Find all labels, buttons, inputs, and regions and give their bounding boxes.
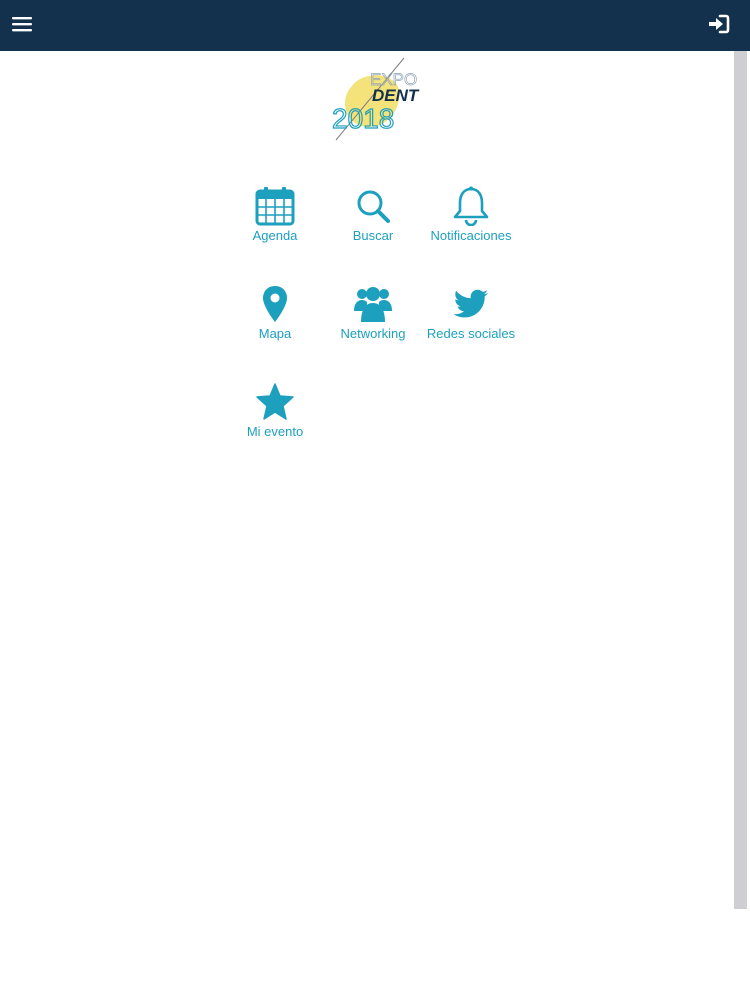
calendar-icon [255,186,295,226]
hamburger-menu-icon[interactable] [12,16,32,32]
menu-item-notificaciones[interactable]: Notificaciones [423,186,519,256]
sign-in-icon[interactable] [708,14,730,34]
menu-item-label: Redes sociales [426,326,516,341]
top-app-bar [0,0,750,51]
menu-item-label: Mi evento [246,424,304,439]
scrollbar[interactable] [734,51,747,909]
menu-item-agenda[interactable]: Agenda [227,186,323,256]
menu-item-label: Notificaciones [430,228,512,243]
search-icon [353,186,393,226]
menu-item-mapa[interactable]: Mapa [227,284,323,354]
menu-item-label: Agenda [252,228,298,243]
bell-icon [451,186,491,226]
menu-item-label: Mapa [258,326,292,341]
menu-item-buscar[interactable]: Buscar [325,186,421,256]
users-icon [353,284,393,324]
menu-item-label: Networking [340,326,406,341]
map-marker-icon [255,284,295,324]
svg-text:2018: 2018 [332,103,394,134]
star-icon [255,382,295,422]
menu-item-networking[interactable]: Networking [325,284,421,354]
expodent-logo: EXPO DENT 2018 [330,56,422,144]
menu-item-label: Buscar [352,228,394,243]
menu-item-mi-evento[interactable]: Mi evento [227,382,323,452]
menu-item-redes-sociales[interactable]: Redes sociales [423,284,519,354]
twitter-icon [451,284,491,324]
